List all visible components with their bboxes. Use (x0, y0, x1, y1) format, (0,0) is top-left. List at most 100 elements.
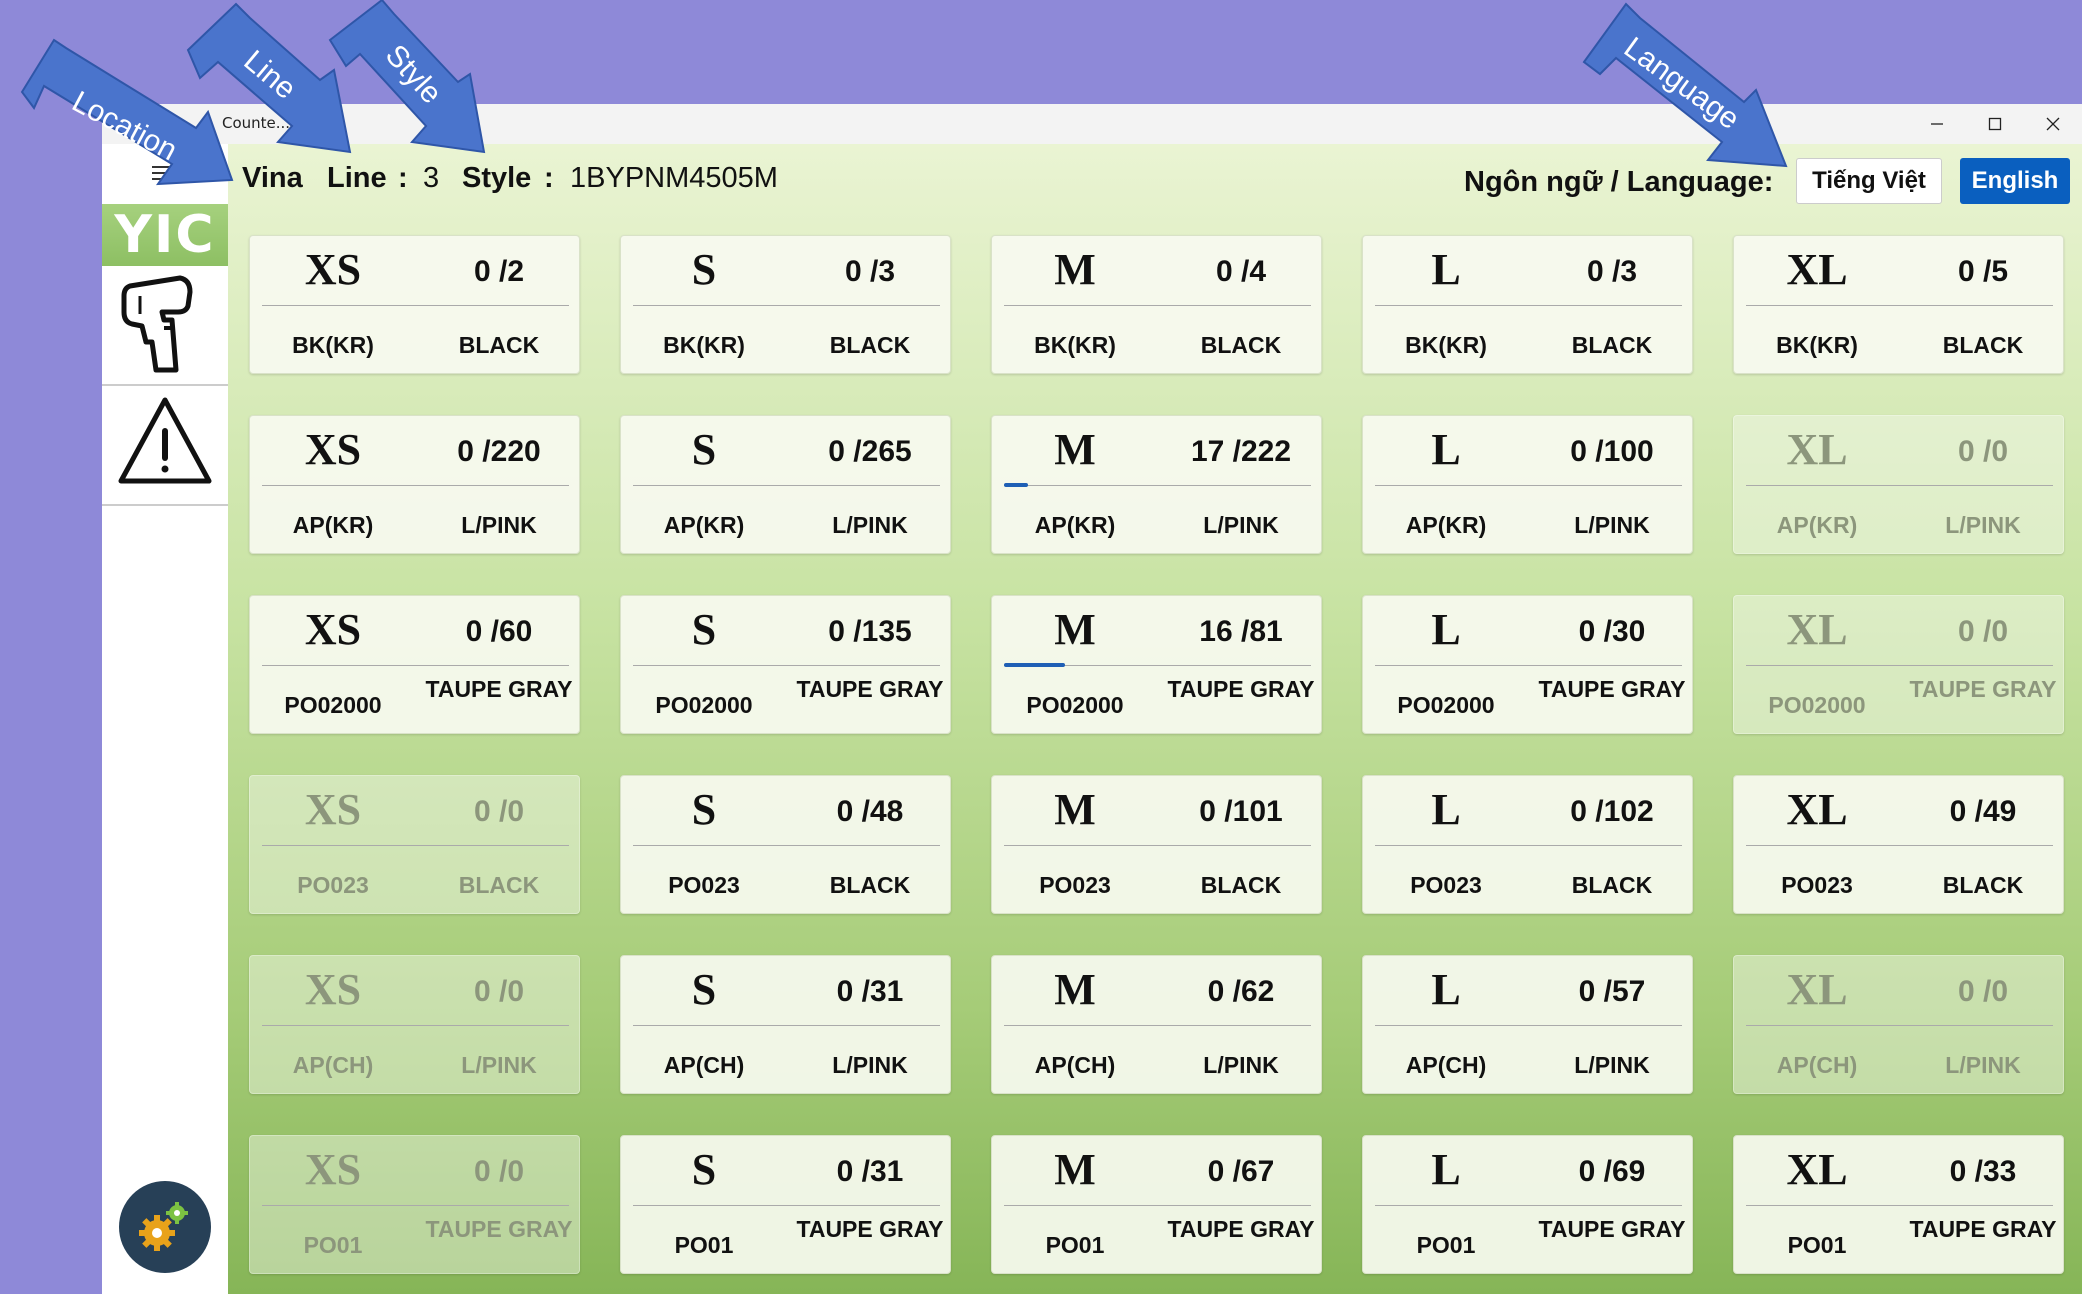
size-card[interactable]: XS 0 /60 PO02000 TAUPE GRAY (249, 595, 580, 734)
color-label: TAUPE GRAY (1909, 1216, 2057, 1242)
size-card[interactable]: L 0 /69 PO01 TAUPE GRAY (1362, 1135, 1693, 1274)
yic-logo: YIC (102, 204, 228, 266)
size-card[interactable]: XL 0 /0 PO02000 TAUPE GRAY (1733, 595, 2064, 734)
color-label: BLACK (458, 332, 540, 358)
size-label: M (1054, 785, 1096, 834)
count-label: 0 /102 (1570, 795, 1654, 828)
count-label: 0 /0 (473, 795, 525, 828)
size-card[interactable]: M 0 /4 BK(KR) BLACK (991, 235, 1322, 374)
size-card[interactable]: S 0 /265 AP(KR) L/PINK (620, 415, 951, 554)
count-label: 0 /0 (1957, 975, 2009, 1008)
size-card[interactable]: XS 0 /0 AP(CH) L/PINK (249, 955, 580, 1094)
color-label: L/PINK (1574, 512, 1650, 538)
size-label: S (691, 1145, 717, 1194)
count-label: 0 /67 (1207, 1155, 1275, 1188)
size-card[interactable]: S 0 /48 PO023 BLACK (620, 775, 951, 914)
card-divider (1375, 845, 1682, 846)
card-divider (1004, 1025, 1311, 1026)
size-card[interactable]: XL 0 /0 AP(CH) L/PINK (1733, 955, 2064, 1094)
po-code-label: PO023 (668, 872, 740, 898)
po-code-label: PO023 (1781, 872, 1853, 898)
color-label: BLACK (1942, 332, 2024, 358)
scanner-nav-button[interactable] (102, 266, 228, 386)
po-code-label: PO023 (297, 872, 369, 898)
color-label: BLACK (458, 872, 540, 898)
po-code-label: AP(KR) (663, 512, 745, 538)
count-label: 0 /48 (836, 795, 904, 828)
size-card[interactable]: XL 0 /49 PO023 BLACK (1733, 775, 2064, 914)
color-label: BLACK (829, 332, 911, 358)
card-divider (633, 485, 940, 486)
app-window: Counte... YIC Vina Line: 3 Style: 1BYP… (102, 104, 2082, 1294)
po-code-label: PO02000 (1768, 692, 1866, 718)
settings-button[interactable] (119, 1181, 211, 1273)
main-content: Vina Line : 3 Style : 1BYPNM4505M Ngôn n… (228, 144, 2082, 1294)
size-label: XS (304, 245, 362, 294)
size-label: L (1431, 965, 1461, 1014)
size-card[interactable]: XL 0 /33 PO01 TAUPE GRAY (1733, 1135, 2064, 1274)
card-divider (1746, 305, 2053, 306)
count-label: 0 /5 (1957, 255, 2009, 288)
size-label: L (1431, 785, 1461, 834)
count-label: 0 /220 (457, 435, 541, 468)
color-label: L/PINK (832, 1052, 908, 1078)
po-code-label: PO01 (1416, 1232, 1476, 1258)
size-card[interactable]: L 0 /30 PO02000 TAUPE GRAY (1362, 595, 1693, 734)
size-card[interactable]: XL 0 /0 AP(KR) L/PINK (1733, 415, 2064, 554)
size-card[interactable]: L 0 /100 AP(KR) L/PINK (1362, 415, 1693, 554)
warning-nav-button[interactable] (102, 386, 228, 506)
count-label: 0 /0 (473, 975, 525, 1008)
color-label: TAUPE GRAY (425, 676, 573, 702)
size-card[interactable]: XS 0 /220 AP(KR) L/PINK (249, 415, 580, 554)
count-label: 0 /33 (1949, 1155, 2017, 1188)
card-divider (1375, 1205, 1682, 1206)
size-label: S (691, 605, 717, 654)
count-label: 0 /265 (828, 435, 912, 468)
size-label: XL (1786, 605, 1848, 654)
size-card[interactable]: M 0 /67 PO01 TAUPE GRAY (991, 1135, 1322, 1274)
po-code-label: AP(CH) (1034, 1052, 1116, 1078)
color-label: L/PINK (1203, 512, 1279, 538)
size-card[interactable]: M 17 /222 AP(KR) L/PINK (991, 415, 1322, 554)
size-card[interactable]: XL 0 /5 BK(KR) BLACK (1733, 235, 2064, 374)
po-code-label: BK(KR) (292, 332, 374, 358)
size-card[interactable]: S 0 /135 PO02000 TAUPE GRAY (620, 595, 951, 734)
size-card[interactable]: S 0 /31 PO01 TAUPE GRAY (620, 1135, 951, 1274)
annotation-callouts: Location Line Style Language (20, 0, 1788, 186)
size-card[interactable]: XS 0 /2 BK(KR) BLACK (249, 235, 580, 374)
size-card[interactable]: S 0 /31 AP(CH) L/PINK (620, 955, 951, 1094)
po-code-label: PO01 (674, 1232, 734, 1258)
size-card[interactable]: L 0 /57 AP(CH) L/PINK (1362, 955, 1693, 1094)
card-divider (633, 305, 940, 306)
size-card-grid: XS 0 /2 BK(KR) BLACK S 0 /3 BK(KR) BLACK M 0 /4 BK… (249, 235, 2064, 1274)
size-label: M (1054, 605, 1096, 654)
count-label: 17 /222 (1190, 435, 1292, 468)
count-label: 0 /101 (1199, 795, 1283, 828)
size-card[interactable]: M 0 /62 AP(CH) L/PINK (991, 955, 1322, 1094)
size-label: XS (304, 1145, 362, 1194)
size-card[interactable]: S 0 /3 BK(KR) BLACK (620, 235, 951, 374)
color-label: TAUPE GRAY (1538, 1216, 1686, 1242)
card-divider (262, 665, 569, 666)
size-card[interactable]: L 0 /3 BK(KR) BLACK (1362, 235, 1693, 374)
sidebar: YIC (102, 144, 229, 1294)
color-label: BLACK (1571, 332, 1653, 358)
color-label: TAUPE GRAY (1538, 676, 1686, 702)
color-label: TAUPE GRAY (1167, 1216, 1315, 1242)
size-card[interactable]: XS 0 /0 PO01 TAUPE GRAY (249, 1135, 580, 1274)
size-card[interactable]: XS 0 /0 PO023 BLACK (249, 775, 580, 914)
count-label: 0 /57 (1578, 975, 1646, 1008)
count-label: 0 /4 (1215, 255, 1267, 288)
size-label: S (691, 425, 717, 474)
size-label: M (1054, 245, 1096, 294)
card-divider (1746, 1025, 2053, 1026)
color-label: TAUPE GRAY (1909, 676, 2057, 702)
size-card[interactable]: M 16 /81 PO02000 TAUPE GRAY (991, 595, 1322, 734)
card-divider (633, 1205, 940, 1206)
po-code-label: BK(KR) (1776, 332, 1858, 358)
count-label: 0 /3 (844, 255, 896, 288)
card-divider (633, 665, 940, 666)
size-card[interactable]: M 0 /101 PO023 BLACK (991, 775, 1322, 914)
color-label: TAUPE GRAY (425, 1216, 573, 1242)
size-card[interactable]: L 0 /102 PO023 BLACK (1362, 775, 1693, 914)
